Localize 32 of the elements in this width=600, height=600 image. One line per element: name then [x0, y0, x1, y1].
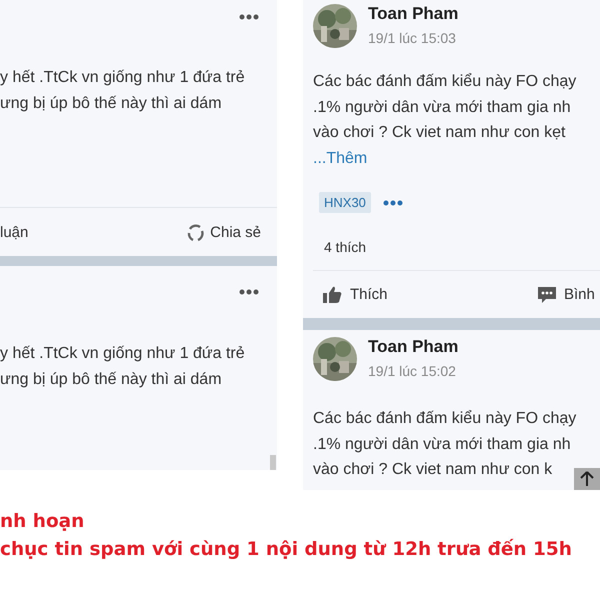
scrollbar-thumb[interactable]	[270, 455, 276, 470]
more-options-icon[interactable]	[239, 14, 259, 20]
post-text: .1% người dân vừa mới tham gia nh	[313, 434, 571, 454]
thumbs-up-icon	[323, 286, 342, 303]
post-text: vào chơi ? Ck viet nam như con k	[313, 460, 552, 480]
see-more-link[interactable]: ...Thêm	[313, 150, 368, 166]
comment-link[interactable]: luận	[0, 224, 28, 240]
post-time: 19/1 lúc 15:02	[368, 362, 457, 380]
caption-text: chục tin spam với cùng 1 nội dung từ 12h trưa đến 15h	[0, 538, 573, 562]
caption-text: nh hoạn	[0, 510, 86, 534]
more-options-icon[interactable]	[382, 200, 403, 206]
more-options-icon[interactable]	[239, 289, 259, 295]
author-name[interactable]: Toan Pham	[368, 4, 458, 24]
post-text: ưng bị úp bô thế này thì ai dám	[0, 94, 222, 114]
author-name[interactable]: Toan Pham	[368, 337, 458, 357]
post-text: vào chơi ? Ck viet nam như con kẹt	[313, 123, 566, 143]
stock-tag[interactable]: HNX30	[319, 192, 371, 213]
post-text: y hết .TtCk vn giống như 1 đứa trẻ	[0, 344, 245, 364]
post-text: y hết .TtCk vn giống như 1 đứa trẻ	[0, 68, 245, 88]
post-text: Các bác đánh đấm kiểu này FO chạy	[313, 72, 576, 92]
up-arrow-icon	[580, 471, 594, 487]
post-text: .1% người dân vừa mới tham gia nh	[313, 98, 571, 118]
comment-button[interactable]: Bình	[538, 286, 600, 303]
like-button[interactable]: Thích	[323, 286, 388, 303]
like-count: 4 thích	[323, 238, 368, 257]
comment-icon	[538, 286, 556, 302]
post-text: ưng bị úp bô thế này thì ai dám	[0, 370, 222, 390]
share-icon	[186, 222, 204, 242]
share-button[interactable]: Chia sẻ	[186, 222, 261, 242]
post-time: 19/1 lúc 15:03	[368, 29, 457, 47]
scroll-to-top-button[interactable]	[574, 468, 600, 490]
post-text: Các bác đánh đấm kiểu này FO chạy	[313, 409, 576, 429]
